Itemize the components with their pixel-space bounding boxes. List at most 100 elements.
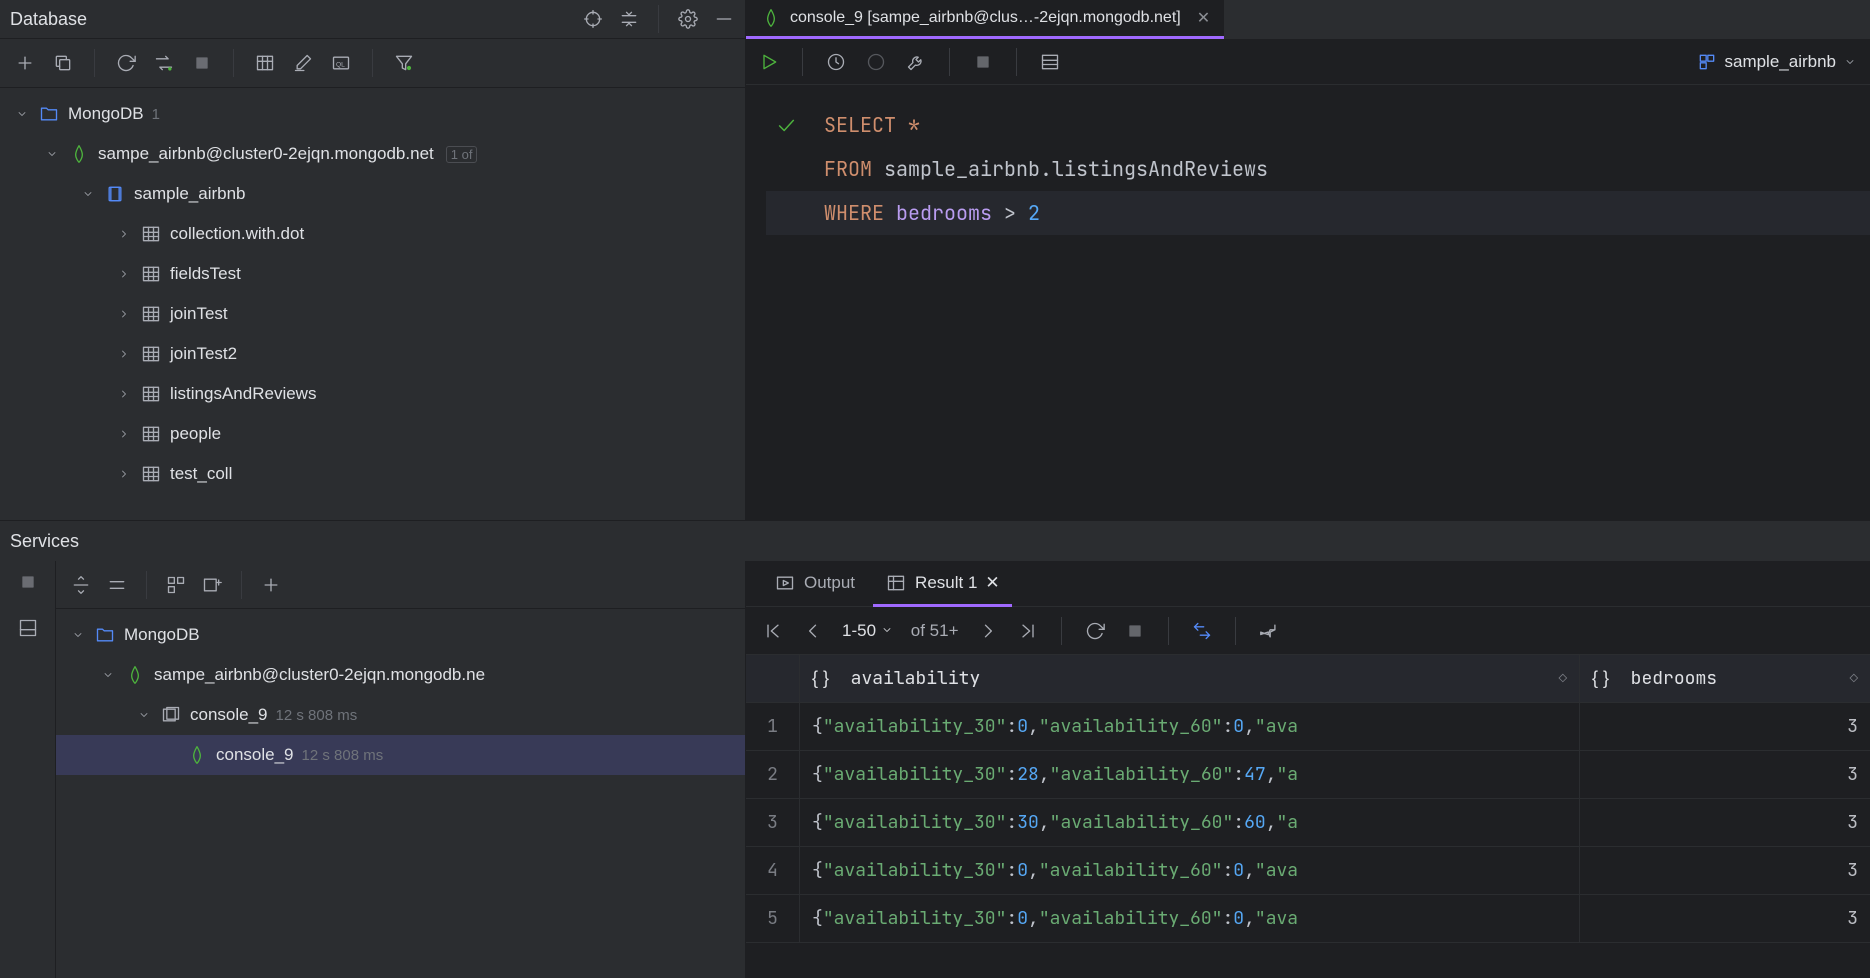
sql-editor[interactable]: SELECT * FROM sample_airbnb.listingsAndR…	[746, 85, 1870, 520]
mongodb-icon	[68, 143, 90, 165]
copy-icon[interactable]	[52, 52, 74, 74]
wrench-icon[interactable]	[905, 51, 927, 73]
grid-header: { } availability ◇ { } bedrooms ◇	[746, 655, 1870, 703]
refresh-icon[interactable]	[115, 52, 137, 74]
services-tree-panel: MongoDB sampe_airbnb@cluster0-2ejqn.mong…	[56, 561, 746, 978]
prev-page-icon[interactable]	[802, 620, 824, 642]
expand-icon[interactable]	[70, 574, 92, 596]
table-icon	[140, 343, 162, 365]
table-row[interactable]: 5{"availability_30": 0, "availability_60…	[746, 895, 1870, 943]
chevron-down-icon	[1842, 54, 1858, 70]
layout-icon[interactable]	[17, 617, 39, 639]
pin-icon[interactable]	[1258, 620, 1280, 642]
table-icon	[140, 223, 162, 245]
page-range[interactable]: 1-50	[842, 621, 893, 641]
tree-connection[interactable]: sampe_airbnb@cluster0-2ejqn.mongodb.net …	[0, 134, 745, 174]
services-gutter	[0, 561, 56, 978]
tab-output[interactable]: Output	[762, 560, 867, 606]
result-nav: 1-50 of 51+	[746, 607, 1870, 655]
services-panel-title: Services	[0, 521, 1870, 561]
gear-icon[interactable]	[677, 8, 699, 30]
table-output-icon[interactable]	[1039, 51, 1061, 73]
mongodb-icon	[760, 7, 782, 29]
svg-text:QL: QL	[336, 61, 345, 68]
last-page-icon[interactable]	[1017, 620, 1039, 642]
target-icon[interactable]	[582, 8, 604, 30]
stop-icon[interactable]	[972, 51, 994, 73]
svc-root[interactable]: MongoDB	[56, 615, 745, 655]
tree-schema[interactable]: sample_airbnb	[0, 174, 745, 214]
editor-tab[interactable]: console_9 [sampe_airbnb@clus…-2ejqn.mong…	[746, 0, 1224, 36]
folder-icon	[38, 103, 60, 125]
schema-icon	[1696, 51, 1718, 73]
database-panel-title: Database	[10, 9, 582, 30]
tree-table[interactable]: joinTest	[0, 294, 745, 334]
collapse-icon[interactable]	[618, 8, 640, 30]
tree-table[interactable]: test_coll	[0, 454, 745, 494]
tree-table[interactable]: joinTest2	[0, 334, 745, 374]
tab-label: console_9 [sampe_airbnb@clus…-2ejqn.mong…	[790, 9, 1181, 27]
database-toolbar: QL	[0, 38, 745, 88]
close-icon[interactable]: ✕	[985, 573, 999, 593]
add-icon[interactable]	[260, 574, 282, 596]
grid-icon[interactable]	[165, 574, 187, 596]
tab-result[interactable]: Result 1 ✕	[873, 560, 1012, 606]
table-row[interactable]: 2{"availability_30": 28, "availability_6…	[746, 751, 1870, 799]
services-tree[interactable]: MongoDB sampe_airbnb@cluster0-2ejqn.mong…	[56, 609, 745, 978]
close-icon[interactable]: ✕	[1197, 8, 1210, 28]
table-icon	[140, 263, 162, 285]
rollback-icon[interactable]	[865, 51, 887, 73]
column-bedrooms[interactable]: { } bedrooms ◇	[1580, 655, 1870, 702]
sync-icon[interactable]	[153, 52, 175, 74]
tree-label: MongoDB	[68, 104, 144, 124]
table-icon	[885, 572, 907, 594]
add-icon[interactable]	[14, 52, 36, 74]
minimize-icon[interactable]	[713, 8, 735, 30]
history-icon[interactable]	[825, 51, 847, 73]
svc-connection[interactable]: sampe_airbnb@cluster0-2ejqn.mongodb.ne	[56, 655, 745, 695]
stop-icon[interactable]	[17, 571, 39, 593]
editor-panel: console_9 [sampe_airbnb@clus…-2ejqn.mong…	[746, 0, 1870, 520]
output-icon	[774, 572, 796, 594]
first-page-icon[interactable]	[762, 620, 784, 642]
tree-table[interactable]: collection.with.dot	[0, 214, 745, 254]
result-panel: Output Result 1 ✕ 1-50 of 51+	[746, 561, 1870, 978]
schema-picker[interactable]: sample_airbnb	[1696, 51, 1858, 73]
mongodb-icon	[124, 664, 146, 686]
database-panel: Database QL	[0, 0, 746, 520]
mongodb-icon	[186, 744, 208, 766]
table-row[interactable]: 4{"availability_30": 0, "availability_60…	[746, 847, 1870, 895]
reload-icon[interactable]	[1084, 620, 1106, 642]
table-icon	[140, 423, 162, 445]
tree-table[interactable]: people	[0, 414, 745, 454]
next-page-icon[interactable]	[977, 620, 999, 642]
schema-icon	[104, 183, 126, 205]
tree-label: sampe_airbnb@cluster0-2ejqn.mongodb.net	[98, 144, 434, 164]
tree-table[interactable]: listingsAndReviews	[0, 374, 745, 414]
edit-icon[interactable]	[292, 52, 314, 74]
result-grid[interactable]: { } availability ◇ { } bedrooms ◇ 1{"ava…	[746, 655, 1870, 978]
collapse-icon[interactable]	[106, 574, 128, 596]
svc-console-child[interactable]: console_9 12 s 808 ms	[56, 735, 745, 775]
table-view-icon[interactable]	[254, 52, 276, 74]
editor-toolbar: sample_airbnb	[746, 39, 1870, 85]
table-row[interactable]: 1{"availability_30": 0, "availability_60…	[746, 703, 1870, 751]
stop-icon[interactable]	[191, 52, 213, 74]
stop-icon[interactable]	[1124, 620, 1146, 642]
svc-console-parent[interactable]: console_9 12 s 808 ms	[56, 695, 745, 735]
column-availability[interactable]: { } availability ◇	[800, 655, 1580, 702]
database-tree[interactable]: MongoDB 1 sampe_airbnb@cluster0-2ejqn.mo…	[0, 88, 745, 520]
table-icon	[140, 303, 162, 325]
tree-root-mongodb[interactable]: MongoDB 1	[0, 94, 745, 134]
table-icon	[140, 463, 162, 485]
compare-icon[interactable]	[1191, 620, 1213, 642]
table-icon	[140, 383, 162, 405]
tree-table[interactable]: fieldsTest	[0, 254, 745, 294]
table-row[interactable]: 3{"availability_30": 30, "availability_6…	[746, 799, 1870, 847]
folder-icon	[94, 624, 116, 646]
add-tab-icon[interactable]	[201, 574, 223, 596]
run-icon[interactable]	[758, 51, 780, 73]
sql-console-icon[interactable]: QL	[330, 52, 352, 74]
page-of: of 51+	[911, 621, 959, 641]
filter-icon[interactable]	[393, 52, 415, 74]
